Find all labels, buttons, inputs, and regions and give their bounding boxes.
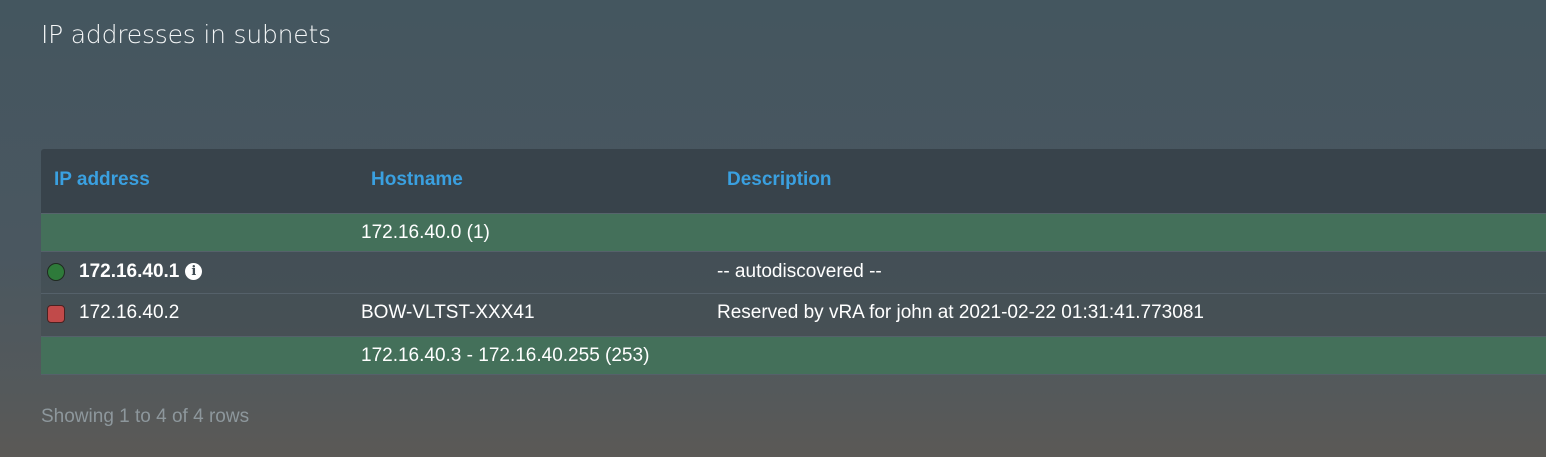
description-cell: Reserved by vRA for john at 2021-02-22 0… (717, 302, 1204, 323)
table-row[interactable]: 172.16.40.2 BOW-VLTST-XXX41 Reserved by … (41, 294, 1546, 337)
ip-address-table: IP address Hostname Description 172.16.4… (41, 149, 1546, 375)
hostname-cell: BOW-VLTST-XXX41 (361, 302, 535, 323)
pagination-info: Showing 1 to 4 of 4 rows (41, 406, 250, 427)
ip-address-cell[interactable]: 172.16.40.2 (79, 302, 179, 324)
free-range-text: 172.16.40.0 (1) (361, 222, 490, 243)
table-row[interactable]: 172.16.40.1 i -- autodiscovered -- (41, 252, 1546, 294)
table-header: IP address Hostname Description (41, 149, 1546, 214)
description-cell: -- autodiscovered -- (717, 261, 882, 282)
page-title: IP addresses in subnets (41, 20, 331, 49)
free-range-row[interactable]: 172.16.40.3 - 172.16.40.255 (253) (41, 337, 1546, 375)
ip-address-cell: 172.16.40.1 i (79, 261, 203, 283)
column-header-hostname[interactable]: Hostname (371, 169, 463, 191)
column-header-description[interactable]: Description (727, 169, 832, 191)
free-range-text: 172.16.40.3 - 172.16.40.255 (253) (361, 345, 650, 366)
status-reserved-icon (47, 305, 65, 323)
info-icon[interactable]: i (185, 263, 203, 280)
column-header-ip-address[interactable]: IP address (54, 169, 150, 191)
ip-address-link[interactable]: 172.16.40.1 (79, 261, 179, 282)
status-online-icon (47, 263, 65, 281)
free-range-row[interactable]: 172.16.40.0 (1) (41, 214, 1546, 252)
